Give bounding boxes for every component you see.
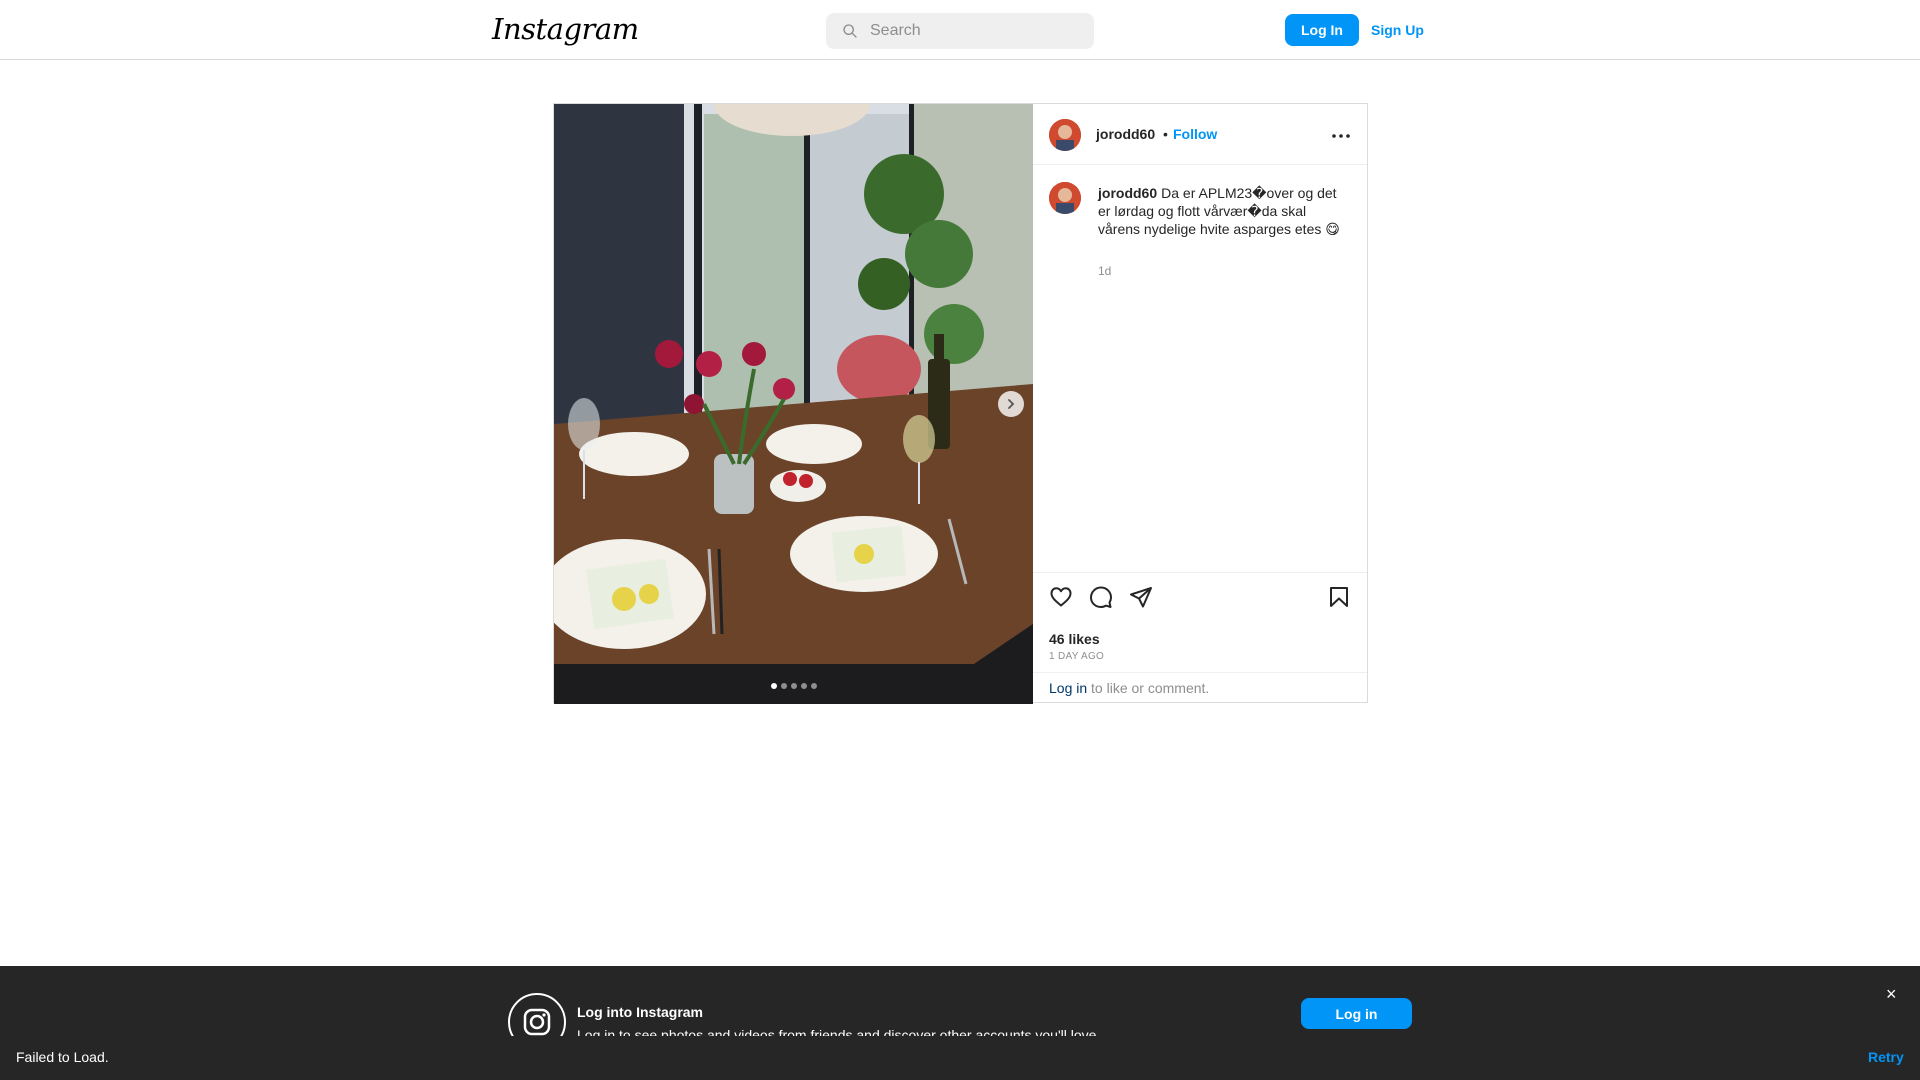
- search-input[interactable]: [870, 13, 1080, 49]
- bookmark-icon[interactable]: [1327, 585, 1351, 609]
- close-icon[interactable]: ×: [1886, 984, 1897, 1005]
- search-box[interactable]: [826, 13, 1094, 49]
- retry-button[interactable]: Retry: [1868, 1049, 1904, 1065]
- post-image[interactable]: [554, 104, 1033, 704]
- search-icon: [843, 24, 857, 38]
- login-banner: Log into Instagram Log in to see photos …: [0, 966, 1920, 1051]
- author-avatar[interactable]: [1049, 119, 1081, 151]
- dining-table-photo: [554, 104, 1033, 704]
- banner-login-button[interactable]: Log in: [1301, 998, 1412, 1029]
- login-link[interactable]: Log in: [1049, 680, 1087, 696]
- more-icon: [1332, 134, 1350, 138]
- caption-username[interactable]: jorodd60: [1098, 185, 1157, 201]
- carousel-dot: [801, 683, 807, 689]
- carousel-indicators: [771, 683, 817, 689]
- comment-icon[interactable]: [1089, 585, 1113, 609]
- carousel-dot: [781, 683, 787, 689]
- post-sidebar: jorodd60 • Follow jorodd60 Da er APLM23�o…: [1033, 104, 1367, 702]
- follow-button[interactable]: Follow: [1173, 126, 1217, 142]
- top-navigation: Instagram Log In Sign Up: [0, 0, 1920, 60]
- login-comment-text: to like or comment.: [1087, 680, 1210, 696]
- carousel-dot: [811, 683, 817, 689]
- post-card: jorodd60 • Follow jorodd60 Da er APLM23�o…: [553, 103, 1368, 704]
- login-button[interactable]: Log In: [1285, 14, 1359, 46]
- caption-author-avatar[interactable]: [1049, 182, 1081, 214]
- separator-dot: •: [1163, 126, 1168, 142]
- share-icon[interactable]: [1129, 585, 1153, 609]
- post-date[interactable]: 1 DAY AGO: [1049, 651, 1104, 662]
- post-actions: 46 likes 1 DAY AGO: [1033, 572, 1367, 676]
- carousel-dot: [791, 683, 797, 689]
- login-to-comment: Log in to like or comment.: [1033, 672, 1367, 702]
- caption-section: jorodd60 Da er APLM23�over og det er lørd…: [1033, 166, 1367, 576]
- signup-link[interactable]: Sign Up: [1371, 14, 1424, 46]
- carousel-dot: [771, 683, 777, 689]
- caption-timestamp[interactable]: 1d: [1098, 264, 1111, 278]
- post-caption: jorodd60 Da er APLM23�over og det er lørd…: [1098, 184, 1342, 238]
- heart-icon[interactable]: [1049, 585, 1073, 609]
- instagram-logo[interactable]: Instagram: [492, 12, 639, 46]
- author-username[interactable]: jorodd60: [1096, 126, 1155, 142]
- post-header: jorodd60 • Follow: [1033, 104, 1367, 165]
- carousel-next-button[interactable]: [998, 391, 1024, 417]
- error-toast: Failed to Load. Retry: [0, 1036, 1920, 1080]
- more-options-button[interactable]: [1329, 124, 1353, 148]
- banner-title: Log into Instagram: [577, 1004, 703, 1020]
- chevron-right-icon: [1008, 399, 1015, 409]
- error-message: Failed to Load.: [16, 1049, 109, 1065]
- like-count[interactable]: 46 likes: [1049, 631, 1100, 647]
